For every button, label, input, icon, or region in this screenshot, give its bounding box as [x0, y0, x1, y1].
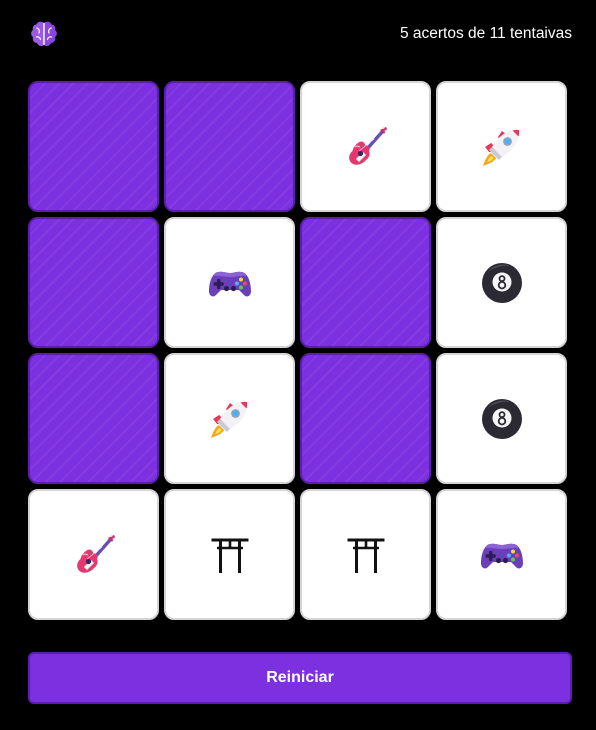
card-revealed[interactable]: [28, 489, 159, 620]
memory-board: [28, 81, 568, 621]
card-hidden[interactable]: [300, 353, 431, 484]
eight-ball-icon: [478, 259, 526, 307]
card-hidden[interactable]: [28, 81, 159, 212]
game-controller-icon: [206, 259, 254, 307]
card-revealed[interactable]: [300, 81, 431, 212]
card-hidden[interactable]: [28, 217, 159, 348]
card-revealed[interactable]: [164, 353, 295, 484]
card-hidden[interactable]: [300, 217, 431, 348]
torii-gate-icon: [206, 531, 254, 579]
card-revealed[interactable]: [436, 489, 567, 620]
card-revealed[interactable]: [300, 489, 431, 620]
rocket-icon: [478, 123, 526, 171]
card-revealed[interactable]: [164, 489, 295, 620]
torii-gate-icon: [342, 531, 390, 579]
restart-button[interactable]: Reiniciar: [28, 652, 572, 704]
score-text: 5 acertos de 11 tentaivas: [399, 25, 572, 42]
guitar-icon: [70, 531, 118, 579]
guitar-icon: [342, 123, 390, 171]
brain-icon: [31, 21, 57, 47]
card-hidden[interactable]: [164, 81, 295, 212]
card-revealed[interactable]: [436, 353, 567, 484]
rocket-icon: [206, 395, 254, 443]
header: 5 acertos de 11 tentaivas: [28, 16, 572, 52]
card-revealed[interactable]: [436, 81, 567, 212]
card-revealed[interactable]: [436, 217, 567, 348]
card-hidden[interactable]: [28, 353, 159, 484]
game-controller-icon: [478, 531, 526, 579]
card-revealed[interactable]: [164, 217, 295, 348]
eight-ball-icon: [478, 395, 526, 443]
